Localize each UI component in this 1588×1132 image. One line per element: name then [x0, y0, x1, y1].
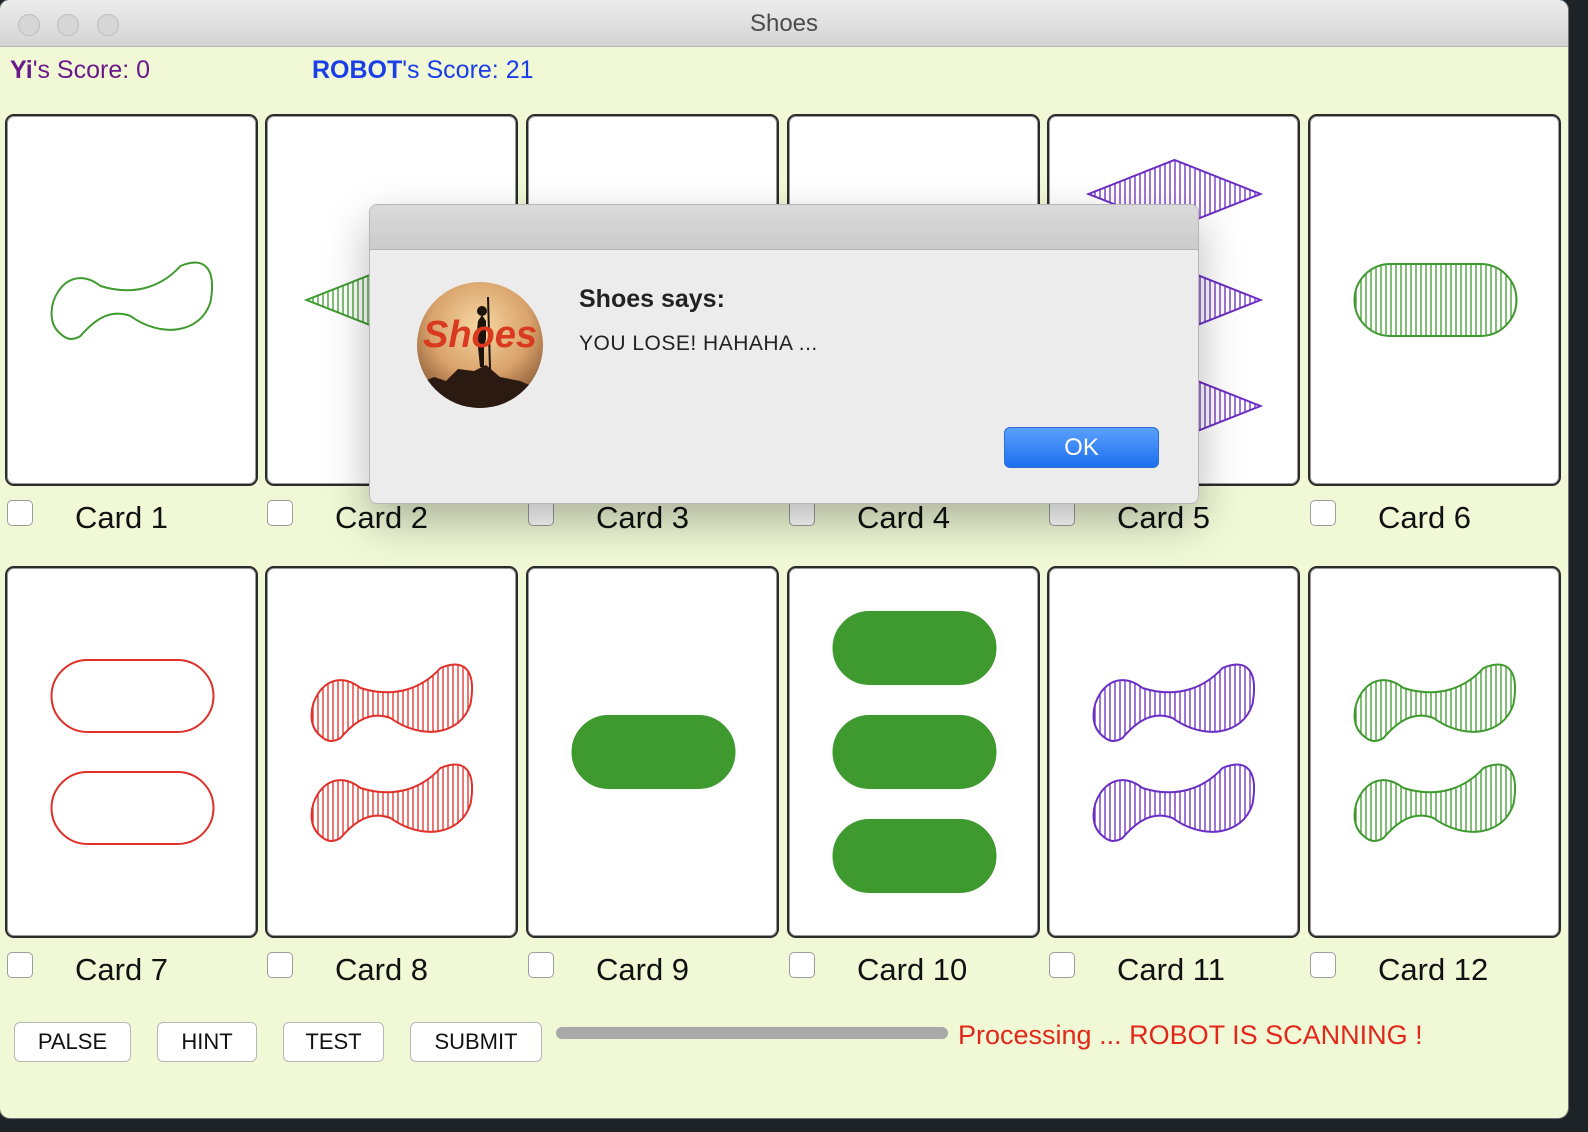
squiggle-shape	[50, 261, 213, 340]
card-checkbox[interactable]	[528, 952, 554, 978]
oval-shape	[50, 659, 215, 733]
oval-shape	[1353, 263, 1518, 337]
card-label: Card 5	[1117, 500, 1211, 535]
card-label: Card 3	[596, 500, 690, 535]
set-card[interactable]	[1308, 114, 1561, 486]
player-name: Yi	[10, 56, 33, 84]
oval-shape	[832, 611, 997, 685]
card-checkbox[interactable]	[1310, 500, 1336, 526]
set-card[interactable]	[5, 114, 258, 486]
card-label: Card 8	[335, 952, 429, 987]
oval-shape	[832, 819, 997, 893]
dialog-message: YOU LOSE! HAHAHA ...	[579, 332, 818, 355]
shoes-logo-icon: Shoes	[417, 282, 543, 408]
robot-name: ROBOT	[312, 56, 403, 84]
card-label: Card 6	[1378, 500, 1472, 535]
oval-shape	[50, 771, 215, 845]
squiggle-shape	[1092, 763, 1255, 842]
set-card[interactable]	[1047, 566, 1300, 938]
squiggle-shape	[310, 763, 473, 842]
alert-dialog: Shoes Shoes says: YOU LOSE! HAHAHA ... O…	[369, 204, 1199, 504]
oval-shape	[832, 715, 997, 789]
card-label: Card 9	[596, 952, 690, 987]
squiggle-shape	[1092, 663, 1255, 742]
set-card[interactable]	[265, 566, 518, 938]
squiggle-shape	[1353, 763, 1516, 842]
card-label: Card 4	[857, 500, 951, 535]
progress-bar	[556, 1027, 948, 1039]
card-label: Card 10	[857, 952, 968, 987]
dialog-title: Shoes says:	[579, 285, 725, 313]
card-label: Card 2	[335, 500, 429, 535]
progress-fill	[557, 1028, 947, 1038]
set-card[interactable]	[526, 566, 779, 938]
card-label: Card 7	[75, 952, 169, 987]
palse-button[interactable]: PALSE	[14, 1022, 131, 1062]
set-card[interactable]	[5, 566, 258, 938]
card-checkbox[interactable]	[267, 952, 293, 978]
set-card[interactable]	[1308, 566, 1561, 938]
card-checkbox[interactable]	[7, 952, 33, 978]
card-label: Card 11	[1117, 952, 1225, 987]
player-score-text: 's Score: 0	[32, 56, 151, 84]
set-card[interactable]	[787, 566, 1040, 938]
logo-text: Shoes	[423, 314, 537, 356]
card-checkbox[interactable]	[1049, 952, 1075, 978]
squiggle-shape	[310, 663, 473, 742]
hint-button[interactable]: HINT	[157, 1022, 257, 1062]
ok-button[interactable]: OK	[1004, 427, 1159, 468]
status-text: Processing ... ROBOT IS SCANNING !	[958, 1020, 1423, 1050]
oval-shape	[571, 715, 736, 789]
card-label: Card 1	[75, 500, 169, 535]
card-checkbox[interactable]	[789, 952, 815, 978]
squiggle-shape	[1353, 663, 1516, 742]
title-bar: Shoes	[0, 0, 1568, 47]
robot-score: ROBOT's Score: 21	[312, 56, 534, 85]
robot-score-text: 's Score: 21	[402, 56, 534, 84]
dialog-title-bar	[370, 205, 1198, 250]
submit-button[interactable]: SUBMIT	[410, 1022, 542, 1062]
test-button[interactable]: TEST	[283, 1022, 384, 1062]
window-title: Shoes	[749, 10, 819, 37]
card-checkbox[interactable]	[267, 500, 293, 526]
card-checkbox[interactable]	[7, 500, 33, 526]
card-checkbox[interactable]	[1310, 952, 1336, 978]
player-score: Yi's Score: 0	[10, 56, 150, 85]
card-label: Card 12	[1378, 952, 1489, 987]
shoes-window: Shoes Yi's Score: 0 ROBOT's Score: 21 Ca…	[0, 0, 1568, 1118]
